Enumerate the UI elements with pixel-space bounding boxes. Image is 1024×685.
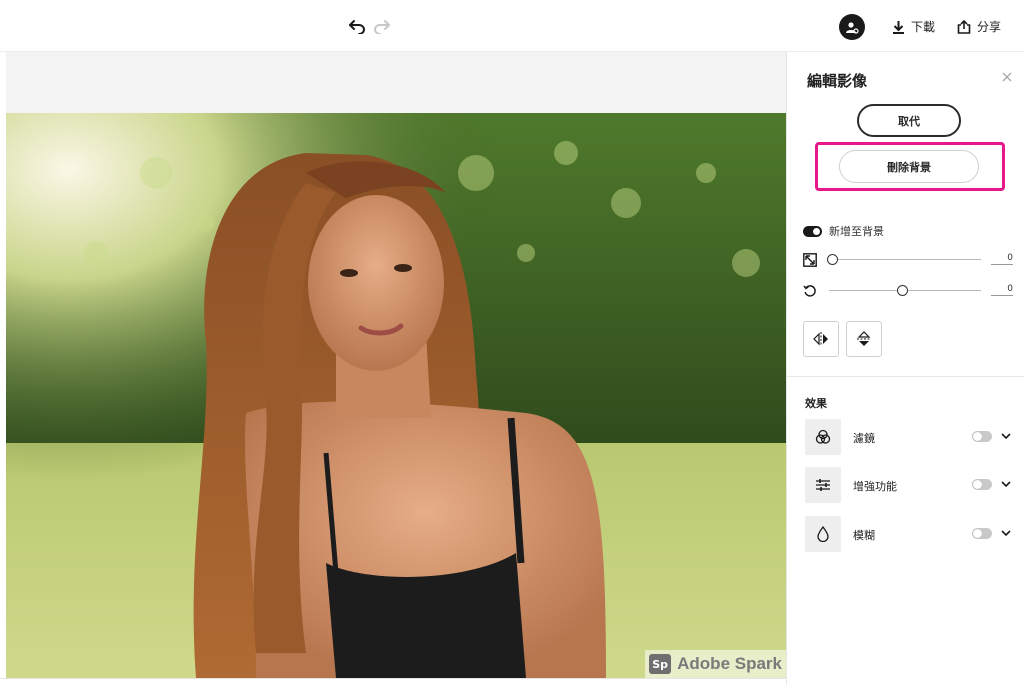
filters-icon [805,419,841,455]
adobe-spark-watermark: Sp Adobe Spark [645,650,786,678]
panel-title: 編輯影像 [807,72,868,90]
flip-horizontal-icon [813,332,828,346]
effect-row-filters[interactable]: 濾鏡 [805,419,1017,455]
replace-button[interactable]: 取代 [857,104,961,137]
spark-logo: Sp [649,654,672,674]
flip-horizontal-button[interactable] [803,321,839,357]
chevron-down-icon [1001,433,1011,439]
close-icon [1002,72,1012,82]
undo-icon [349,20,365,34]
avatar-icon [846,22,859,34]
rotate-value[interactable]: 0 [991,284,1013,296]
scale-slider-row: 0 [803,252,1015,268]
filters-label: 濾鏡 [853,432,875,445]
effects-title: 效果 [805,397,827,410]
canvas-bottom-strip [0,678,786,685]
effect-row-blur[interactable]: 模糊 [805,516,1017,552]
scale-icon [803,253,817,267]
add-to-background-label: 新增至背景 [829,225,884,238]
undo-button[interactable] [346,15,368,37]
enhance-expand-button[interactable] [1000,478,1012,490]
avatar[interactable] [839,14,865,40]
scale-slider-thumb[interactable] [827,254,838,265]
close-panel-button[interactable] [1000,71,1014,85]
chevron-down-icon [1001,481,1011,487]
enhance-icon [805,467,841,503]
enhance-label: 增強功能 [853,480,897,493]
chevron-down-icon [1001,530,1011,536]
flip-vertical-button[interactable] [846,321,882,357]
filters-toggle[interactable] [972,431,992,442]
redo-button[interactable] [371,15,393,37]
download-icon [893,20,904,34]
remove-background-button[interactable]: 刪除背景 [839,150,979,183]
edit-image-panel: 編輯影像 取代 刪除背景 新增至背景 0 0 效果 濾鏡 增強功能 模糊 [786,52,1024,685]
add-to-background-row[interactable]: 新增至背景 [803,223,884,239]
download-label: 下載 [911,20,936,34]
panel-divider [787,376,1024,377]
blur-icon [805,516,841,552]
redo-icon [374,20,390,34]
scale-value[interactable]: 0 [991,253,1013,265]
share-button[interactable]: 分享 [957,18,1001,35]
watermark-text: Adobe Spark [677,654,782,673]
share-label: 分享 [977,20,1002,34]
scale-slider-track[interactable] [829,259,981,260]
add-to-background-toggle[interactable] [803,225,822,237]
blur-expand-button[interactable] [1000,527,1012,539]
filters-expand-button[interactable] [1000,430,1012,442]
enhance-toggle[interactable] [972,479,992,490]
effect-row-enhance[interactable]: 增強功能 [805,467,1017,503]
share-icon [957,19,971,34]
top-toolbar: 下載 分享 [0,0,1024,52]
photo-image [6,113,786,678]
blur-toggle[interactable] [972,528,992,539]
blur-label: 模糊 [853,529,875,542]
rotate-slider-thumb[interactable] [897,285,908,296]
edited-photo[interactable]: Sp Adobe Spark [6,113,786,678]
flip-vertical-icon [857,331,871,346]
download-button[interactable]: 下載 [892,18,935,35]
rotate-icon [803,284,817,298]
rotate-slider-row: 0 [803,283,1015,299]
